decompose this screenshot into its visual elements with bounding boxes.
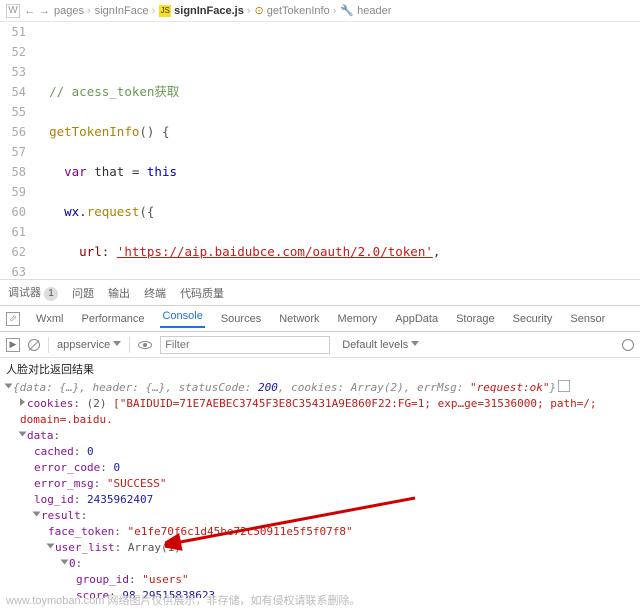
expand-icon[interactable] <box>5 384 13 389</box>
tab-problems[interactable]: 问题 <box>72 285 94 301</box>
breadcrumb-item[interactable]: 🔧 header <box>340 4 391 17</box>
console-output[interactable]: 人脸对比返回结果 {data: {…}, header: {…}, status… <box>0 358 640 598</box>
log-property[interactable]: 0: <box>6 556 634 572</box>
chevron-right-icon: › <box>247 5 251 17</box>
separator <box>48 337 49 353</box>
tab-sensor[interactable]: Sensor <box>568 313 607 325</box>
tab-performance[interactable]: Performance <box>80 313 147 325</box>
expand-icon[interactable] <box>47 544 55 549</box>
tab-terminal[interactable]: 终端 <box>144 285 166 301</box>
tab-debugger[interactable]: 调试器 1 <box>8 284 58 301</box>
js-file-icon: JS <box>159 5 171 17</box>
chevron-down-icon <box>113 341 121 346</box>
tab-appdata[interactable]: AppData <box>393 313 440 325</box>
panel-tabs: 调试器 1 问题 输出 终端 代码质量 <box>0 280 640 306</box>
tab-memory[interactable]: Memory <box>336 313 380 325</box>
log-property[interactable]: data: <box>6 428 634 444</box>
chevron-down-icon <box>411 341 419 346</box>
tab-security[interactable]: Security <box>511 313 555 325</box>
copy-icon[interactable] <box>560 382 570 392</box>
tab-storage[interactable]: Storage <box>454 313 497 325</box>
expand-icon[interactable] <box>33 512 41 517</box>
tab-sources[interactable]: Sources <box>219 313 263 325</box>
breadcrumb-item[interactable]: JS signInFace.js › <box>159 5 250 17</box>
nav-fwd-icon[interactable]: → <box>39 5 50 17</box>
devtools-tabs: ⬀ Wxml Performance Console Sources Netwo… <box>0 306 640 332</box>
log-property[interactable]: result: <box>6 508 634 524</box>
log-object-summary[interactable]: {data: {…}, header: {…}, statusCode: 200… <box>6 380 634 396</box>
log-property: log_id: 2435962407 <box>6 492 634 508</box>
expand-icon[interactable] <box>20 398 25 406</box>
clear-console-icon[interactable] <box>28 339 40 351</box>
log-title: 人脸对比返回结果 <box>6 362 634 378</box>
code-content[interactable]: // acess_token获取 getTokenInfo() { var th… <box>34 22 640 279</box>
expand-icon[interactable] <box>19 432 27 437</box>
log-property: face_token: "e1fe70f6c1d45be72c50911e5f5… <box>6 524 634 540</box>
log-property: group_id: "users" <box>6 572 634 588</box>
breadcrumb-item[interactable]: signInFace › <box>95 5 155 17</box>
settings-icon[interactable] <box>622 339 634 351</box>
tab-codequality[interactable]: 代码质量 <box>180 285 224 301</box>
log-property: error_msg: "SUCCESS" <box>6 476 634 492</box>
breadcrumb-bar: W → → pages › signInFace › JS signInFace… <box>0 0 640 22</box>
log-levels-selector[interactable]: Default levels <box>342 339 419 351</box>
expand-icon[interactable] <box>61 560 69 565</box>
logo-icon: W <box>6 4 20 18</box>
badge-count: 1 <box>44 287 58 301</box>
line-gutter: 51525354555657585960616263 <box>0 22 34 279</box>
log-property: error_code: 0 <box>6 460 634 476</box>
live-expression-icon[interactable] <box>138 341 152 349</box>
console-toolbar: ▶ appservice Default levels <box>0 332 640 358</box>
chevron-right-icon: › <box>333 5 337 17</box>
separator <box>129 337 130 353</box>
inspect-icon[interactable]: ⬀ <box>6 312 20 326</box>
log-property[interactable]: user_list: Array(1) <box>6 540 634 556</box>
nav-back-icon[interactable]: → <box>24 5 35 17</box>
filter-input[interactable] <box>160 336 330 354</box>
code-editor[interactable]: 51525354555657585960616263 // acess_toke… <box>0 22 640 280</box>
tab-console[interactable]: Console <box>160 310 204 328</box>
method-icon: ⊙ <box>255 4 264 17</box>
log-property[interactable]: cookies: (2) ["BAIDUID=71E7AEBEC3745F3E8… <box>6 396 634 428</box>
watermark-text: www.toymoban.com 网络图片仅供展示，非存储，如有侵权请联系删除。 <box>6 592 360 608</box>
breadcrumb-item[interactable]: pages › <box>54 5 91 17</box>
tab-network[interactable]: Network <box>277 313 321 325</box>
tab-wxml[interactable]: Wxml <box>34 313 66 325</box>
chevron-right-icon: › <box>151 5 155 17</box>
context-selector[interactable]: appservice <box>57 339 121 351</box>
toggle-drawer-icon[interactable]: ▶ <box>6 338 20 352</box>
tab-output[interactable]: 输出 <box>108 285 130 301</box>
property-icon: 🔧 <box>340 4 354 17</box>
breadcrumb-item[interactable]: ⊙ getTokenInfo › <box>255 4 337 17</box>
log-property: cached: 0 <box>6 444 634 460</box>
chevron-right-icon: › <box>87 5 91 17</box>
